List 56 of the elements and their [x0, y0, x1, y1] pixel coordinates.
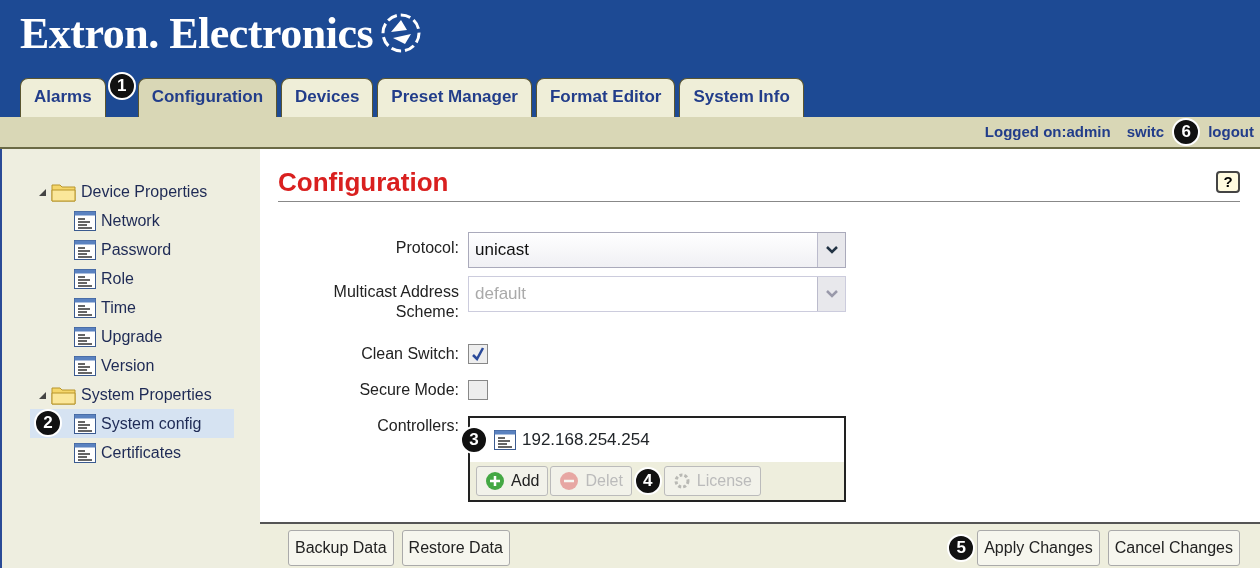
folder-icon: [51, 384, 77, 405]
page-icon: [74, 413, 96, 434]
logged-on-text: Logged on:admin: [984, 121, 1111, 142]
switch-link[interactable]: switc: [1126, 120, 1165, 144]
callout-number: 3: [460, 426, 488, 454]
field-label: Protocol:: [394, 238, 459, 258]
field-label: Secure Mode:: [358, 380, 459, 400]
tree-item[interactable]: System Properties: [81, 382, 212, 407]
add-icon: [485, 471, 505, 491]
field-label: Controllers:: [376, 416, 459, 436]
logout-link[interactable]: logout: [1208, 120, 1254, 144]
callout-number: 2: [34, 409, 62, 437]
toolbar-button[interactable]: Add: [476, 466, 549, 496]
tab[interactable]: Alarms: [20, 77, 106, 117]
page-icon: [74, 355, 96, 376]
footer-button[interactable]: Backup Data: [288, 530, 394, 566]
folder-icon: [51, 181, 77, 202]
page-icon: [74, 210, 96, 231]
tab[interactable]: Devices: [281, 77, 374, 117]
help-button[interactable]: ?: [1216, 171, 1240, 193]
tree-item[interactable]: Certificates: [30, 438, 234, 467]
callout-number: 5: [947, 534, 976, 562]
field-label: Clean Switch:: [360, 344, 459, 364]
footer-button[interactable]: Apply Changes: [977, 530, 1100, 566]
tree-item[interactable]: Upgrade: [30, 322, 234, 351]
logo: Extron. Electronics: [20, 12, 374, 56]
checkbox[interactable]: [468, 344, 488, 364]
tab[interactable]: Preset Manager: [377, 77, 532, 117]
gear-icon: [672, 472, 691, 490]
page-icon: [74, 297, 96, 318]
field-label: Multicast Address Scheme:: [332, 282, 459, 322]
tree-item[interactable]: Version: [30, 351, 234, 380]
page-icon: [74, 239, 96, 260]
tree-item[interactable]: Role: [30, 264, 234, 293]
tree-item[interactable]: Password: [30, 235, 234, 264]
list-item[interactable]: 192.168.254.254: [522, 427, 650, 453]
page-title: Configuration: [278, 169, 449, 195]
dropdown[interactable]: unicast: [468, 232, 846, 268]
tree-item[interactable]: Device Properties: [81, 179, 208, 204]
tab[interactable]: System Info: [679, 77, 804, 117]
page-icon: [74, 442, 96, 463]
callout-number: 4: [633, 467, 662, 495]
page-icon: [74, 326, 96, 347]
tab[interactable]: Configuration: [137, 77, 278, 117]
remove-icon: [559, 471, 580, 491]
page-icon: [74, 268, 96, 289]
tree-item[interactable]: 2 System config: [30, 409, 234, 438]
callout-number: 6: [1172, 118, 1201, 146]
tab[interactable]: Format Editor: [535, 77, 676, 117]
callout-number: 1: [107, 71, 136, 100]
footer-button[interactable]: Cancel Changes: [1107, 530, 1240, 566]
footer-button[interactable]: Restore Data: [401, 530, 510, 566]
page-icon: [494, 430, 516, 450]
tree-item[interactable]: Network: [30, 206, 234, 235]
tree-item[interactable]: Time: [30, 293, 234, 322]
checkbox[interactable]: [468, 380, 488, 400]
